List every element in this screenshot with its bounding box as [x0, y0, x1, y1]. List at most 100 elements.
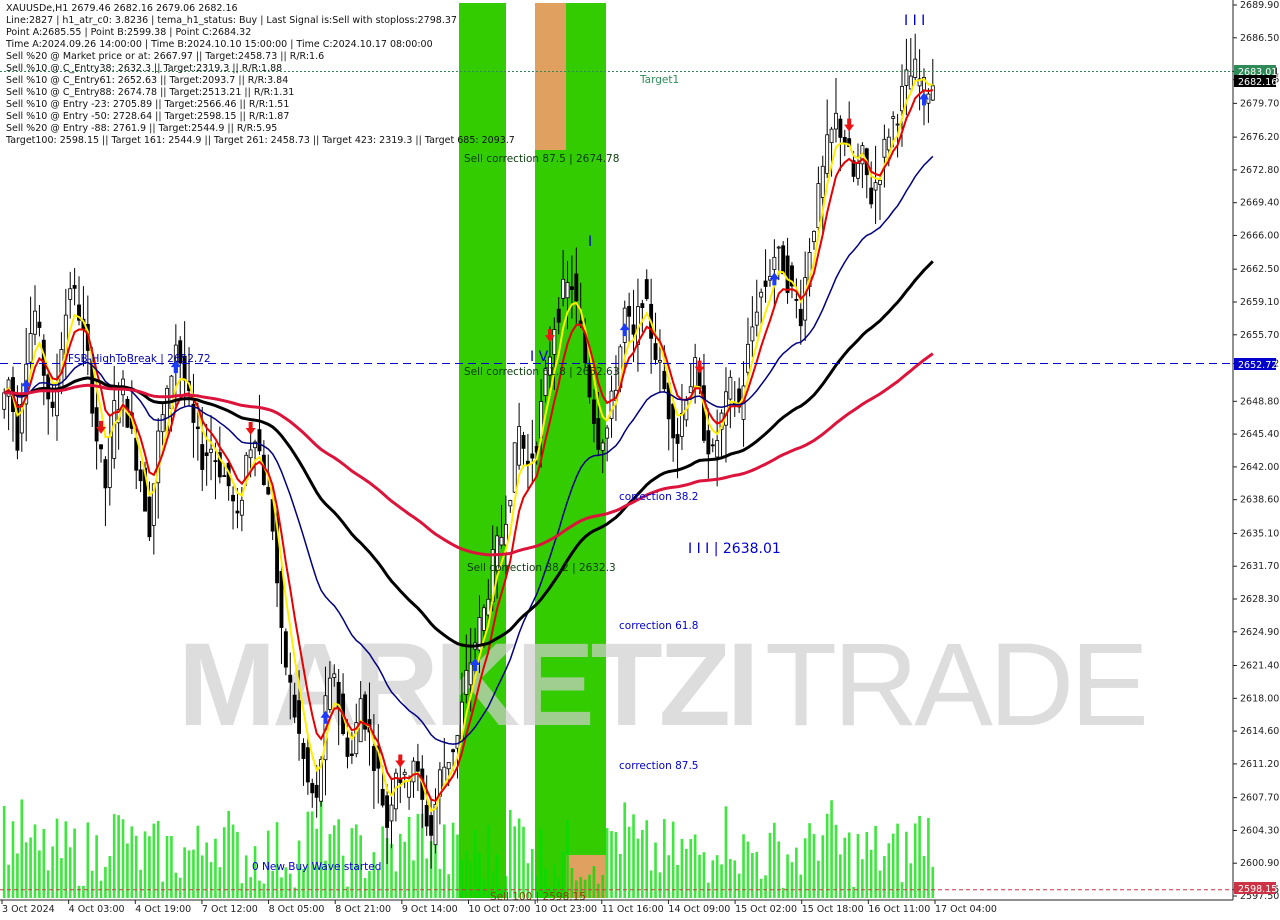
candle-body	[812, 230, 816, 243]
info-line: Sell %20 @ Entry -88: 2761.9 || Target:2…	[6, 123, 278, 134]
candle-body	[838, 118, 843, 138]
time-tick-label: 14 Oct 09:00	[668, 904, 730, 915]
price-tick-label: 2604.30	[1240, 825, 1279, 836]
volume-bar	[68, 847, 72, 898]
volume-bar	[478, 852, 481, 898]
candle-body	[103, 459, 108, 489]
candle-body	[499, 536, 504, 546]
volume-bar	[671, 821, 675, 898]
target1-label: Target1	[639, 74, 679, 86]
volume-bar	[86, 822, 90, 898]
volume-bar	[676, 864, 679, 898]
volume-bar	[742, 834, 745, 898]
watermark: MARKETZI TRADE	[178, 619, 1149, 751]
candle-body	[803, 277, 808, 321]
candle-body	[772, 256, 777, 270]
candle-body	[640, 303, 645, 309]
price-tick-label: 2624.90	[1240, 627, 1279, 638]
volume-bar	[236, 831, 239, 898]
orange-zone-top	[535, 3, 566, 150]
candle-body	[763, 280, 768, 287]
volume-bar	[918, 815, 921, 898]
volume-bar	[513, 826, 517, 898]
candle-body	[715, 440, 720, 458]
correction-382-label: correction 38.2	[619, 491, 698, 503]
candle-body	[160, 414, 165, 433]
volume-bar	[905, 831, 908, 898]
candle-body	[891, 116, 896, 119]
wave-iv-label: I V	[530, 349, 549, 365]
volume-bar	[165, 836, 169, 898]
time-tick-label: 10 Oct 07:00	[469, 904, 531, 915]
price-tick-label: 2631.70	[1240, 561, 1279, 572]
volume-bar	[737, 873, 741, 898]
candle-body	[781, 245, 786, 275]
info-line: XAUUSDe,H1 2679.46 2682.16 2679.06 2682.…	[6, 3, 238, 14]
candle-body	[147, 496, 152, 538]
volume-bar	[244, 855, 248, 898]
candle-body	[468, 662, 473, 686]
volume-bar	[658, 872, 662, 898]
candle-body	[332, 673, 337, 678]
volume-bar	[412, 860, 415, 898]
time-tick-label: 16 Oct 11:00	[868, 904, 930, 915]
candle-body	[913, 58, 918, 78]
candle-body	[508, 500, 513, 507]
volume-bar	[11, 821, 15, 898]
candle-body	[785, 255, 790, 294]
sell-arrow-icon	[844, 118, 855, 132]
volume-bar	[795, 847, 798, 898]
volume-bar	[108, 856, 112, 898]
volume-bar	[711, 860, 715, 898]
candle-body	[728, 376, 733, 400]
volume-bar	[319, 800, 323, 898]
price-tick-label: 2618.00	[1240, 693, 1279, 704]
volume-bar	[363, 877, 367, 898]
volume-bar	[786, 854, 789, 898]
candle-body	[680, 413, 684, 437]
candle-body	[578, 320, 583, 324]
volume-bar	[288, 873, 292, 898]
volume-bar	[610, 831, 613, 898]
volume-bar	[134, 835, 138, 898]
volume-bar	[33, 824, 37, 898]
candle-body	[385, 795, 390, 828]
volume-bar	[112, 814, 116, 898]
candle-body	[820, 165, 825, 198]
volume-bar	[451, 822, 455, 898]
candle-body	[517, 426, 522, 466]
candle-body	[415, 761, 420, 772]
volume-bar	[416, 813, 420, 898]
price-tick-label: 2648.80	[1240, 396, 1279, 407]
price-tick-label: 2628.30	[1240, 594, 1279, 605]
candle-body	[565, 282, 570, 299]
volume-bar	[517, 818, 521, 898]
candle-body	[930, 85, 935, 101]
candle-body	[900, 85, 904, 112]
price-tick-label: 2614.60	[1240, 726, 1279, 737]
volume-bar	[398, 833, 402, 898]
candle-body	[759, 291, 764, 298]
candle-body	[895, 123, 900, 126]
candle-body	[424, 805, 429, 827]
volume-bar	[865, 832, 869, 898]
candle-body	[878, 180, 882, 185]
volume-bar	[773, 822, 776, 898]
volume-bar	[931, 866, 935, 898]
candle-body	[33, 310, 37, 335]
volume-bar	[271, 870, 274, 898]
volume-bar	[680, 838, 684, 898]
price-tick-label: 2672.80	[1240, 165, 1279, 176]
candle-body	[451, 749, 456, 753]
time-axis: 3 Oct 2024 4 Oct 03:00 4 Oct 19:00 7 Oct 12…	[0, 899, 1233, 915]
price-tick-label: 2642.00	[1240, 462, 1279, 473]
candle-body	[627, 306, 632, 317]
volume-bar	[729, 858, 732, 898]
candle-body	[556, 308, 561, 323]
volume-bar	[768, 832, 772, 898]
candle-body	[411, 760, 416, 783]
volume-bar	[51, 846, 54, 898]
volume-bar	[20, 799, 24, 898]
volume-bar	[707, 882, 710, 898]
info-line: Sell %10 @ Entry -23: 2705.89 || Target:…	[6, 99, 290, 110]
